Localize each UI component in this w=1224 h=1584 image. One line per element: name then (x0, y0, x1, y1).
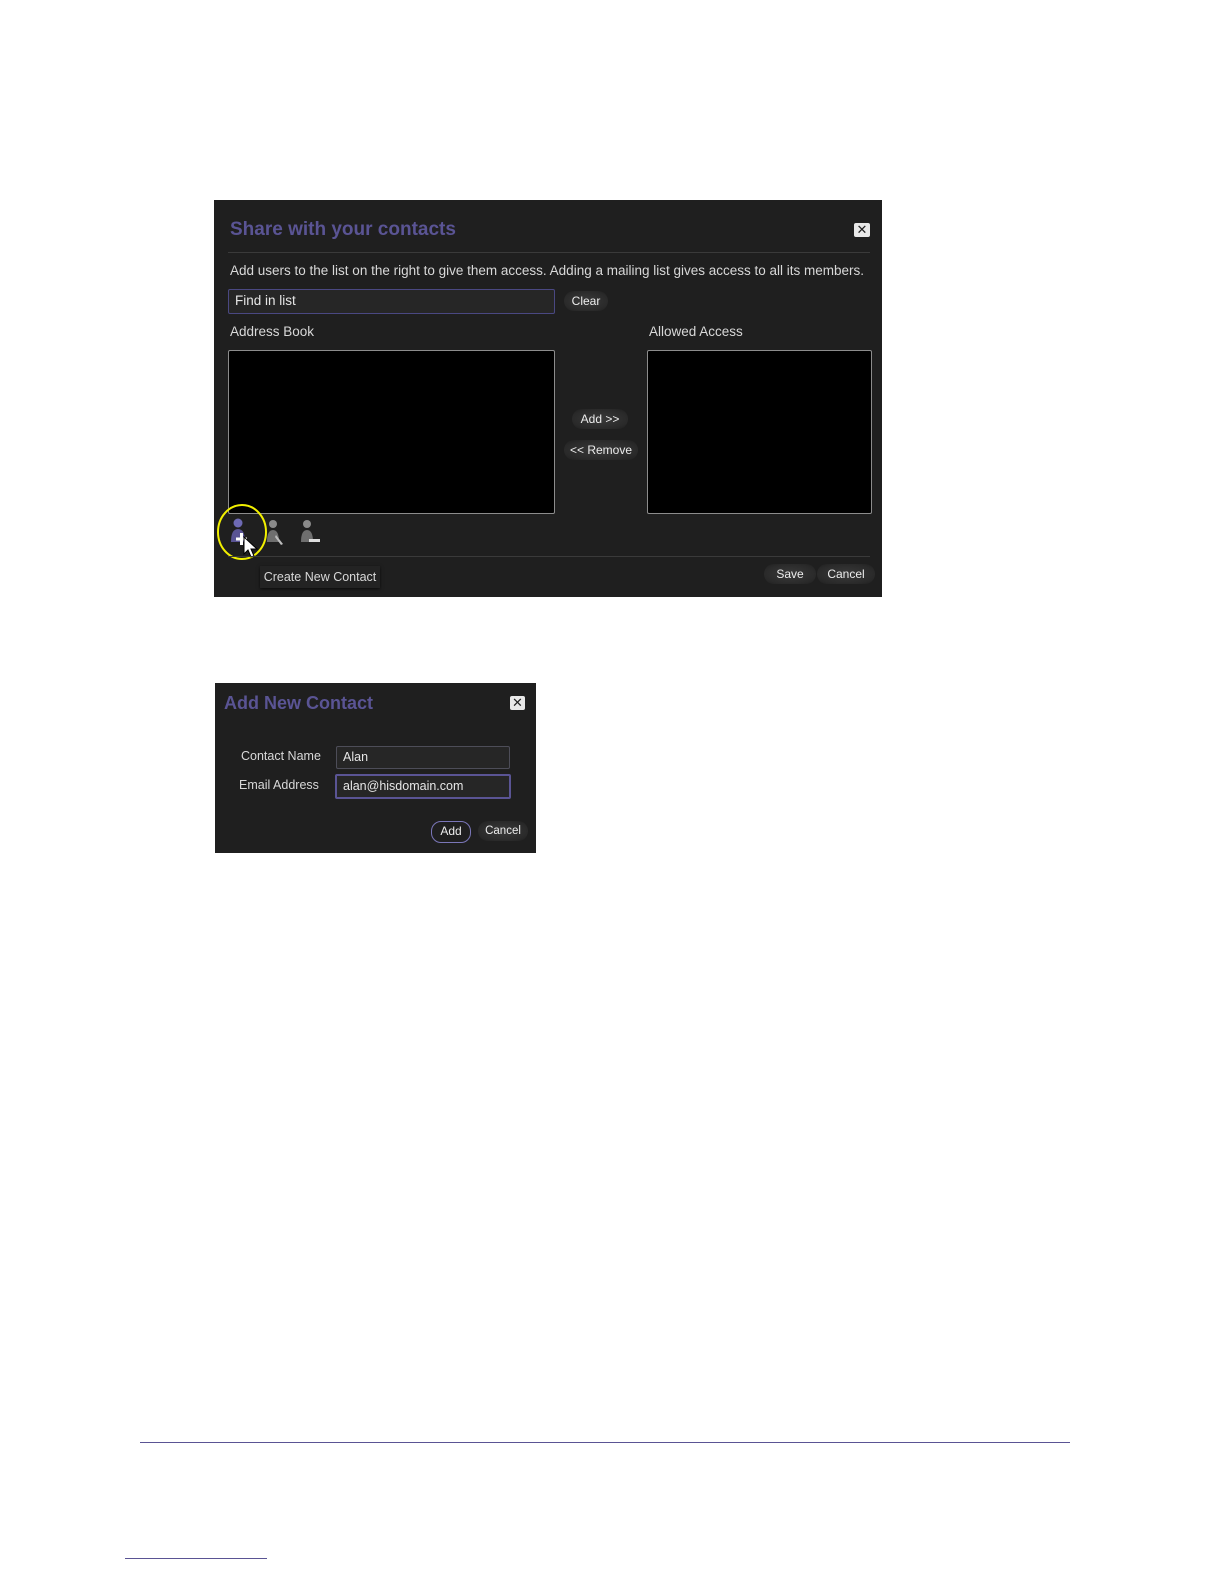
add-to-access-button[interactable]: Add >> (572, 409, 628, 429)
close-icon[interactable]: ✕ (510, 696, 525, 710)
contact-name-label: Contact Name (241, 749, 321, 763)
dialog-title: Add New Contact (224, 693, 374, 713)
email-address-field[interactable]: alan@hisdomain.com (335, 774, 511, 799)
remove-contact-icon[interactable] (298, 518, 322, 548)
footer-divider (228, 556, 870, 557)
find-in-list-input[interactable]: Find in list (228, 289, 555, 314)
add-contact-dialog: Add New Contact ✕ Contact Name Alan Emai… (215, 683, 536, 853)
title-divider (228, 252, 870, 253)
remove-from-access-button[interactable]: << Remove (564, 440, 638, 460)
close-icon[interactable]: ✕ (854, 223, 870, 237)
instructions-text: Add users to the list on the right to gi… (230, 263, 865, 278)
highlight-circle (216, 503, 268, 561)
allowed-access-list[interactable] (647, 350, 872, 514)
address-book-list[interactable] (228, 350, 555, 514)
share-contacts-dialog: Share with your contacts ✕ Add users to … (214, 200, 882, 597)
dialog-title: Share with your contacts (230, 219, 456, 240)
cancel-button[interactable]: Cancel (478, 821, 528, 841)
clear-button[interactable]: Clear (564, 291, 608, 311)
create-contact-tooltip: Create New Contact (260, 566, 380, 588)
contact-name-field[interactable]: Alan (336, 746, 510, 769)
add-contact-button[interactable]: Add (431, 821, 471, 843)
address-book-label: Address Book (230, 324, 315, 339)
save-button[interactable]: Save (764, 564, 816, 584)
footer-link-underline (125, 1558, 267, 1559)
email-address-label: Email Address (239, 778, 319, 792)
allowed-access-label: Allowed Access (649, 324, 743, 339)
footer-rule (140, 1442, 1070, 1443)
cancel-button[interactable]: Cancel (817, 564, 875, 584)
